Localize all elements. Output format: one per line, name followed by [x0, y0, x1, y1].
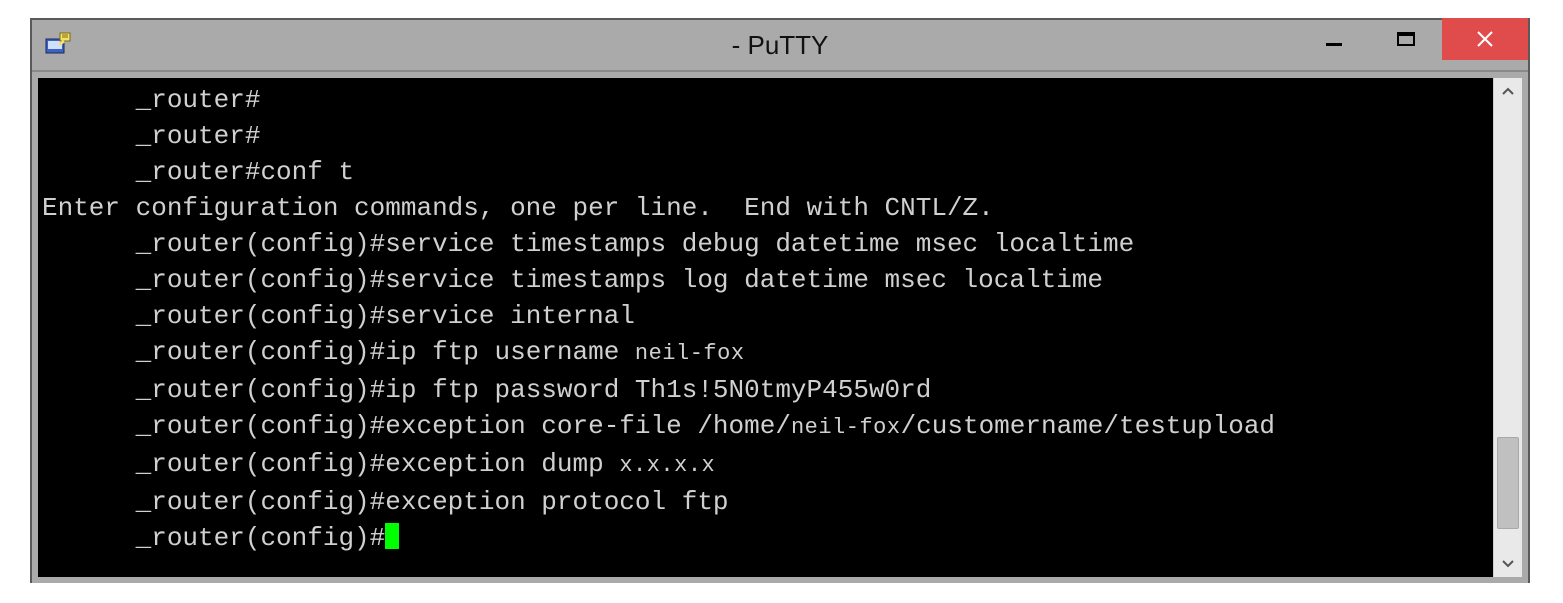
prompt: _router(config)# [136, 375, 386, 405]
window-controls [1298, 18, 1528, 60]
prompt: _router(config)# [136, 229, 386, 259]
indent [42, 121, 136, 151]
terminal-cursor [385, 523, 399, 549]
scroll-thumb[interactable] [1497, 437, 1519, 529]
indent [42, 337, 136, 367]
cmd: service internal [385, 301, 635, 331]
indent [42, 449, 136, 479]
indent [42, 229, 136, 259]
cmd: /customername/testupload [901, 411, 1275, 441]
prompt-cmd: _router#conf t [136, 157, 354, 187]
indent [42, 523, 136, 553]
window-title: - PuTTY [732, 30, 829, 61]
prompt: _router# [136, 85, 261, 115]
cmd: ip ftp username [385, 337, 635, 367]
indent [42, 265, 136, 295]
cmd: service timestamps debug datetime msec l… [385, 229, 1134, 259]
cmd: exception protocol ftp [385, 487, 728, 517]
scroll-up-button[interactable] [1494, 78, 1522, 106]
chevron-up-icon [1502, 86, 1514, 98]
indent [42, 85, 136, 115]
cmd: exception dump [385, 449, 619, 479]
minimize-icon [1325, 30, 1343, 48]
client-area: _router# _router# _router#conf t Enter co… [32, 72, 1528, 583]
indent [42, 487, 136, 517]
cmd: ip ftp password Th1s!5N0tmyP455w0rd [385, 375, 931, 405]
close-button[interactable] [1442, 18, 1528, 60]
terminal-output[interactable]: _router# _router# _router#conf t Enter co… [38, 78, 1493, 577]
indent [42, 301, 136, 331]
maximize-icon [1397, 30, 1415, 48]
minimize-button[interactable] [1298, 18, 1370, 60]
putty-window: - PuTTY _router [30, 18, 1530, 583]
maximize-button[interactable] [1370, 18, 1442, 60]
prompt: _router(config)# [136, 301, 386, 331]
prompt: _router(config)# [136, 449, 386, 479]
prompt: _router(config)# [136, 487, 386, 517]
scroll-track[interactable] [1494, 106, 1522, 549]
cmd-arg: x.x.x.x [619, 453, 715, 478]
prompt: _router(config)# [136, 265, 386, 295]
prompt: _router(config)# [136, 411, 386, 441]
cmd: service timestamps log datetime msec loc… [385, 265, 1103, 295]
scroll-down-button[interactable] [1494, 549, 1522, 577]
output-text: Enter configuration commands, one per li… [42, 193, 994, 223]
indent [42, 375, 136, 405]
prompt: _router# [136, 121, 261, 151]
prompt: _router(config)# [136, 523, 386, 553]
titlebar[interactable]: - PuTTY [32, 20, 1528, 72]
indent [42, 157, 136, 187]
scrollbar[interactable] [1493, 78, 1522, 577]
cmd: exception core-file /home/ [385, 411, 791, 441]
cmd-arg: neil-fox [635, 341, 745, 366]
indent [42, 411, 136, 441]
close-icon [1476, 30, 1494, 48]
putty-icon [42, 29, 74, 61]
terminal-wrap: _router# _router# _router#conf t Enter co… [38, 78, 1522, 577]
prompt: _router(config)# [136, 337, 386, 367]
cmd-arg: neil-fox [791, 415, 901, 440]
chevron-down-icon [1502, 557, 1514, 569]
